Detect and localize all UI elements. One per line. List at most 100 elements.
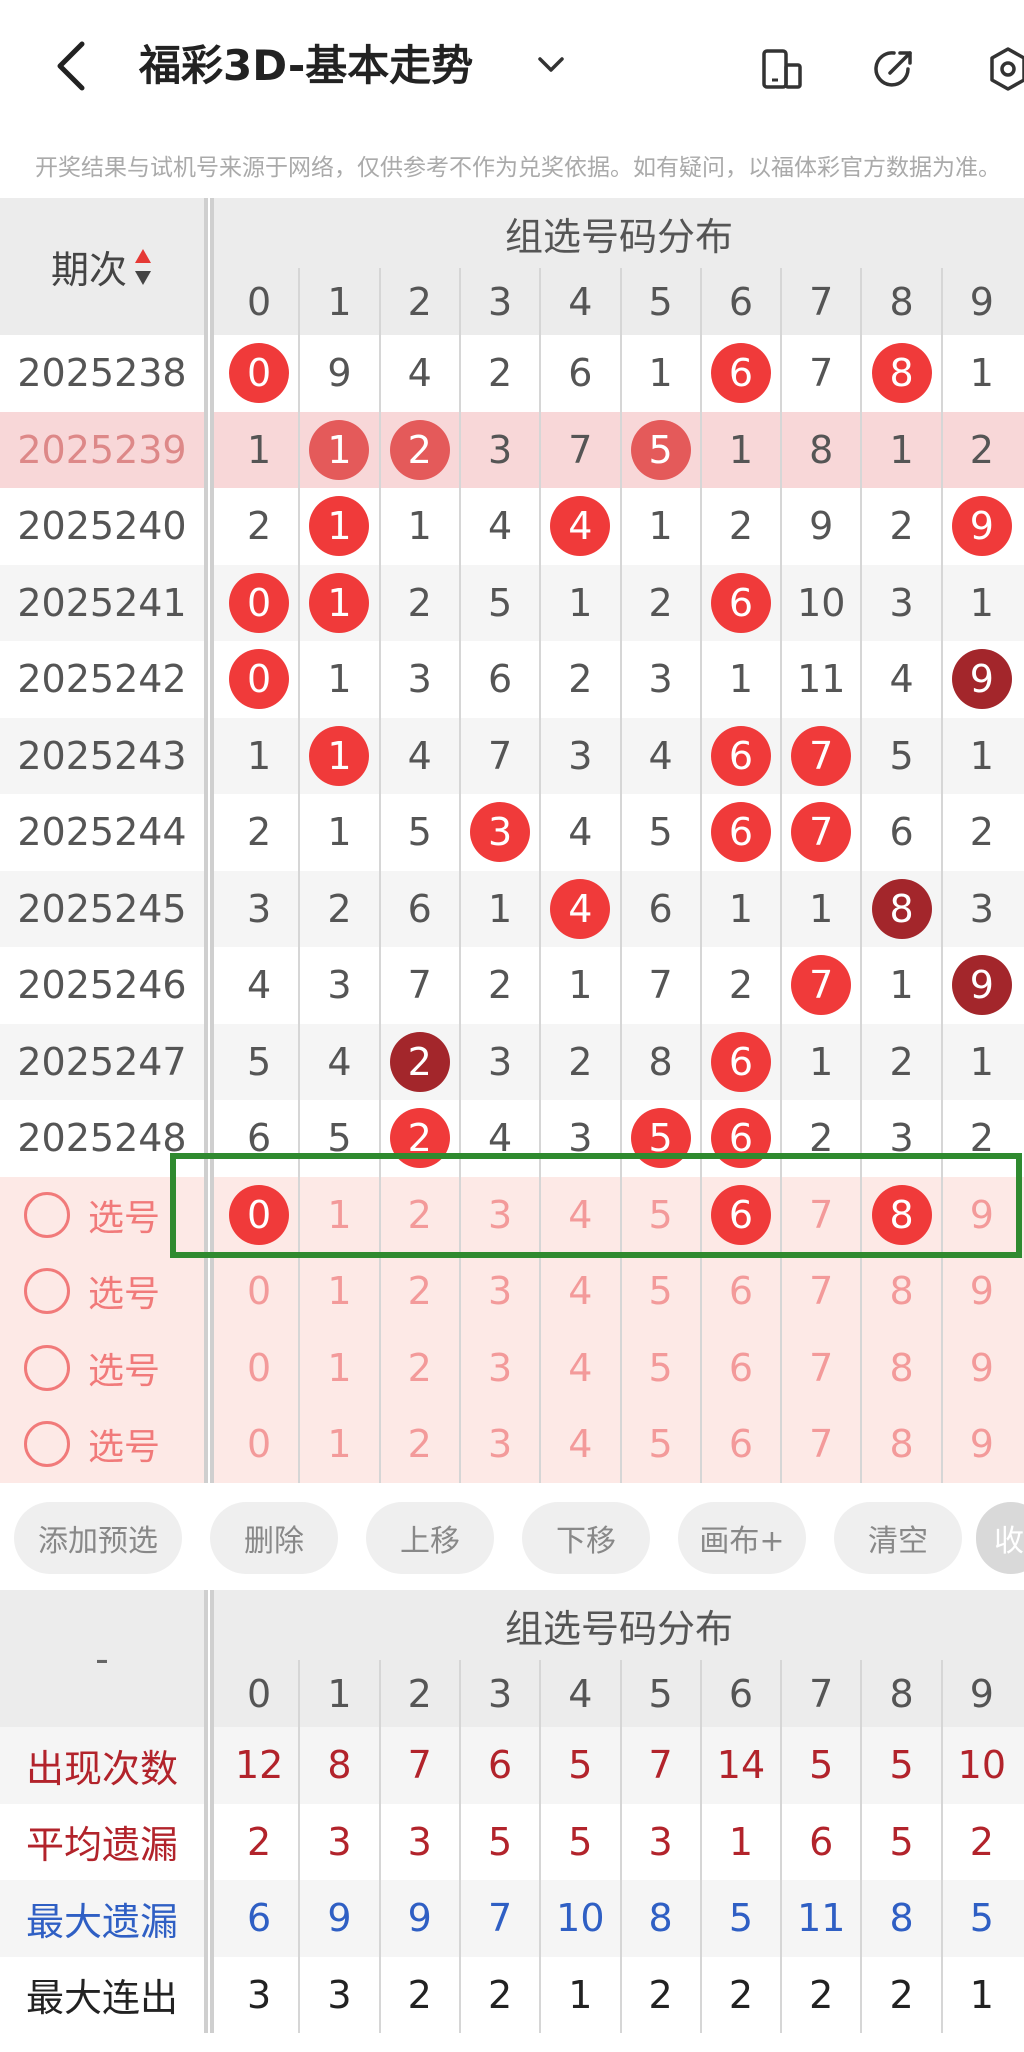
pick-digit-cell[interactable]: 8 <box>861 1406 941 1483</box>
pick-digit-cell[interactable]: 0 <box>219 1406 299 1483</box>
table-row[interactable]: 2025247 5 4 2 3 2 8 6 1 2 1 <box>0 1023 1024 1100</box>
stats-column-divider <box>298 1660 301 2033</box>
hit-ball: 6 <box>710 572 771 633</box>
digit-cell: 3 <box>861 565 941 642</box>
delete-button[interactable]: 删除 <box>210 1502 338 1574</box>
pick-digit-cell[interactable]: 8 <box>861 1253 941 1330</box>
miss-value: 4 <box>327 1039 352 1084</box>
stats-value: 14 <box>716 1743 766 1788</box>
digit-cell: 2 <box>942 794 1022 871</box>
pick-digit-cell[interactable]: 7 <box>781 1330 861 1407</box>
pick-digit-cell[interactable]: 2 <box>380 1253 460 1330</box>
table-row[interactable]: 2025238 0 9 4 2 6 1 6 7 8 1 <box>0 335 1024 412</box>
pick-digit-cell[interactable]: 0 <box>219 1330 299 1407</box>
pick-digit-cell[interactable]: 6 <box>701 1253 781 1330</box>
pick-row-label-group[interactable]: 选号 <box>24 1330 160 1407</box>
canvas-plus-button[interactable]: 画布+ <box>678 1502 806 1574</box>
hit-ball: 4 <box>550 496 611 557</box>
digit-cell: 1 <box>219 718 299 795</box>
table-row[interactable]: 2025244 2 1 5 3 4 5 6 7 6 2 <box>0 794 1024 871</box>
radio-button[interactable] <box>24 1344 70 1391</box>
clear-button[interactable]: 清空 <box>834 1502 962 1574</box>
digit-cell: 1 <box>942 565 1022 642</box>
pick-digit-cell[interactable]: 3 <box>460 1406 540 1483</box>
pick-row-label-group[interactable]: 选号 <box>24 1406 160 1483</box>
settings-gear-icon[interactable] <box>984 45 1024 93</box>
stats-value: 5 <box>568 1743 593 1788</box>
pick-digit-cell[interactable]: 1 <box>299 1253 379 1330</box>
pick-digit-cell[interactable]: 9 <box>942 1330 1022 1407</box>
move-down-button[interactable]: 下移 <box>522 1502 650 1574</box>
pick-row-label-group[interactable]: 选号 <box>24 1253 160 1330</box>
digit-cell: 4 <box>219 947 299 1024</box>
stats-digit-header: 9 <box>969 1671 994 1716</box>
pick-row-label-group[interactable]: 选号 <box>24 1177 160 1254</box>
move-up-button[interactable]: 上移 <box>366 1502 494 1574</box>
stats-value: 3 <box>648 1819 673 1864</box>
collapse-button[interactable]: 收 <box>976 1502 1024 1574</box>
pick-digit-cell[interactable]: 7 <box>781 1253 861 1330</box>
pick-digit-cell[interactable]: 6 <box>701 1406 781 1483</box>
action-toolbar: 添加预选 删除 上移 下移 画布+ 清空 收 <box>0 1486 1024 1590</box>
digit-cell: 2 <box>380 412 460 489</box>
digit-cell: 4 <box>540 871 620 948</box>
pick-digit-cell[interactable]: 1 <box>299 1330 379 1407</box>
page-title[interactable]: 福彩3D-基本走势 <box>139 38 473 94</box>
back-arrow-icon[interactable] <box>52 38 92 94</box>
stats-value: 5 <box>487 1819 513 1864</box>
period-header[interactable]: 期次 <box>0 198 204 335</box>
chevron-down-icon[interactable] <box>534 48 568 82</box>
pick-digit: 2 <box>407 1422 432 1467</box>
pick-digit-cell[interactable]: 5 <box>621 1330 701 1407</box>
pick-digit-cell[interactable]: 9 <box>942 1406 1022 1483</box>
digit-cell: 3 <box>621 641 701 718</box>
table-row[interactable]: 2025240 2 1 1 4 4 1 2 9 2 9 <box>0 488 1024 565</box>
stats-value: 7 <box>407 1743 432 1788</box>
pick-digit-cell[interactable]: 0 <box>219 1253 299 1330</box>
miss-value: 1 <box>889 427 914 472</box>
pick-digit-cell[interactable]: 3 <box>460 1253 540 1330</box>
pick-row[interactable]: 选号 0 1 2 3 4 5 6 7 8 9 <box>0 1406 1024 1483</box>
pick-digit-cell[interactable]: 6 <box>701 1330 781 1407</box>
pick-digit-cell[interactable]: 5 <box>621 1406 701 1483</box>
miss-value: 2 <box>648 580 673 625</box>
miss-value: 2 <box>407 580 432 625</box>
pick-digit-cell[interactable]: 9 <box>942 1253 1022 1330</box>
pick-digit-cell[interactable]: 4 <box>540 1406 620 1483</box>
pick-digit-cell[interactable]: 7 <box>781 1406 861 1483</box>
pick-digit-cell[interactable]: 4 <box>540 1330 620 1407</box>
table-row[interactable]: 2025241 0 1 2 5 1 2 6 10 3 1 <box>0 564 1024 642</box>
radio-button[interactable] <box>24 1421 70 1468</box>
digit-cell: 1 <box>380 488 460 565</box>
miss-value: 4 <box>247 963 272 1008</box>
pick-digit-cell[interactable]: 8 <box>861 1330 941 1407</box>
share-icon[interactable] <box>870 45 918 93</box>
add-preselect-button[interactable]: 添加预选 <box>14 1502 182 1574</box>
pick-digit-cell[interactable]: 4 <box>540 1253 620 1330</box>
stats-value: 10 <box>957 1743 1007 1788</box>
radio-button[interactable] <box>24 1191 70 1238</box>
table-row[interactable]: 2025246 4 3 7 2 1 7 2 7 1 9 <box>0 947 1024 1024</box>
stats-column-divider <box>458 1660 461 2033</box>
miss-value: 1 <box>969 351 994 396</box>
stats-value: 2 <box>728 1972 754 2017</box>
pick-digit-cell[interactable]: 2 <box>380 1406 460 1483</box>
stats-value: 8 <box>327 1743 352 1788</box>
stats-value: 7 <box>648 1743 673 1788</box>
table-row[interactable]: 2025243 1 1 4 7 3 4 6 7 5 1 <box>0 717 1024 795</box>
table-row[interactable]: 2025239 1 1 2 3 7 5 1 8 1 2 <box>0 411 1024 489</box>
pick-row[interactable]: 选号 0 1 2 3 4 5 6 7 8 9 <box>0 1253 1024 1330</box>
sort-icon[interactable] <box>133 247 153 287</box>
table-row[interactable]: 2025245 3 2 6 1 4 6 1 1 8 3 <box>0 870 1024 948</box>
table-row[interactable]: 2025242 0 1 3 6 2 3 1 11 4 9 <box>0 641 1024 718</box>
stats-value: 5 <box>969 1896 994 1941</box>
digit-cell: 1 <box>701 412 781 489</box>
pick-digit-cell[interactable]: 3 <box>460 1330 540 1407</box>
pick-digit-cell[interactable]: 5 <box>621 1253 701 1330</box>
pick-row[interactable]: 选号 0 1 2 3 4 5 6 7 8 9 <box>0 1329 1024 1407</box>
switch-layout-icon[interactable] <box>758 45 806 93</box>
pick-digit-cell[interactable]: 1 <box>299 1406 379 1483</box>
pick-digit-cell[interactable]: 2 <box>380 1330 460 1407</box>
radio-button[interactable] <box>24 1268 70 1315</box>
miss-value: 2 <box>969 810 994 855</box>
